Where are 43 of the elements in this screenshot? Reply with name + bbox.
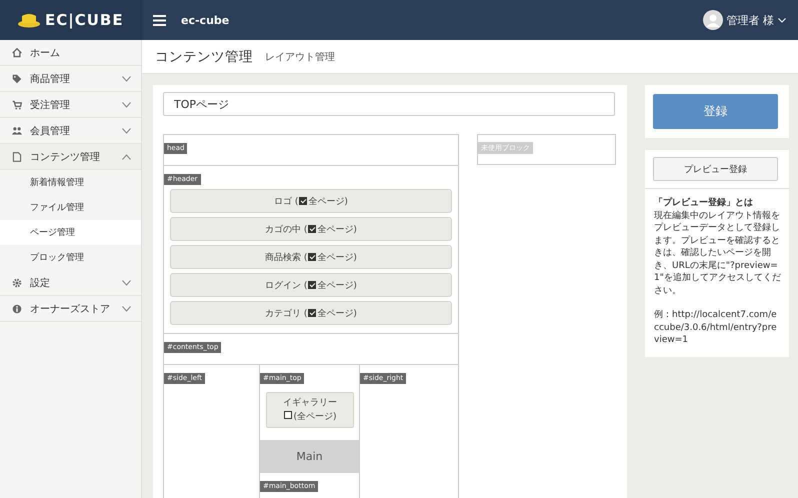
checkbox[interactable] [299, 197, 308, 205]
page-name-field[interactable]: TOPページ [163, 92, 615, 116]
avatar-icon[interactable] [702, 10, 722, 30]
hat-icon [17, 12, 41, 28]
sidebar-item[interactable]: 設定 [0, 270, 141, 296]
layout-block[interactable]: ログイン ( 全ページ) [170, 273, 452, 297]
info-icon [12, 304, 22, 314]
checkbox[interactable] [284, 411, 292, 419]
page-subtitle: レイアウト管理 [265, 50, 335, 64]
checkbox[interactable] [308, 309, 316, 317]
help-heading: 「プレビュー登録」とは [654, 197, 754, 210]
home-icon [12, 48, 22, 58]
menu-icon[interactable] [153, 14, 166, 26]
sidebar-subitem[interactable]: ファイル管理 [0, 195, 141, 220]
sidebar-item[interactable]: 受注管理 [0, 92, 141, 118]
cart-icon [12, 100, 22, 110]
checkbox[interactable] [308, 281, 316, 289]
chevron-down-icon[interactable] [778, 18, 786, 22]
sidebar-item[interactable]: オーナーズストア [0, 296, 141, 322]
sidebar-item[interactable]: ホーム [0, 40, 141, 66]
layout-block[interactable]: ロゴ ( 全ページ) [170, 189, 452, 213]
layout-block[interactable]: カゴの中 ( 全ページ) [170, 217, 452, 241]
sidebar-subitem[interactable]: ページ管理 [0, 220, 141, 245]
settings-icon [12, 278, 22, 288]
page-title: コンテンツ管理 [155, 48, 253, 66]
logo-text: EC|CUBE [45, 11, 124, 29]
tag-icon [12, 74, 22, 84]
sidebar-subitem[interactable]: 新着情報管理 [0, 170, 141, 195]
checkbox[interactable] [308, 253, 316, 261]
user-name[interactable]: 管理者 様 [726, 12, 774, 28]
file-icon [12, 152, 22, 162]
main-area: Main [260, 440, 359, 473]
layout-block[interactable]: カテゴリ ( 全ページ) [170, 301, 452, 325]
preview-register-button[interactable]: プレビュー登録 [653, 157, 778, 181]
users-icon [12, 126, 22, 136]
site-name[interactable]: ec-cube [181, 14, 230, 26]
layout-block[interactable]: 商品検索 ( 全ページ) [170, 245, 452, 269]
help-text: 現在編集中のレイアウト情報をプレビューデータとして登録します。プレビューを確認するときは、確認したいページを開き、URLの末尾に"?preview=1"を追加してアクセスしてください。 [654, 210, 781, 297]
sidebar-subitem[interactable]: ブロック管理 [0, 245, 141, 270]
sidebar-item[interactable]: 商品管理 [0, 66, 141, 92]
help-example: 例：http://localcent7.com/eccube/3.0.6/html/entry?preview=1 [654, 309, 778, 346]
checkbox[interactable] [308, 225, 316, 233]
layout-block[interactable]: イギャラリー (全ページ) [266, 392, 354, 428]
